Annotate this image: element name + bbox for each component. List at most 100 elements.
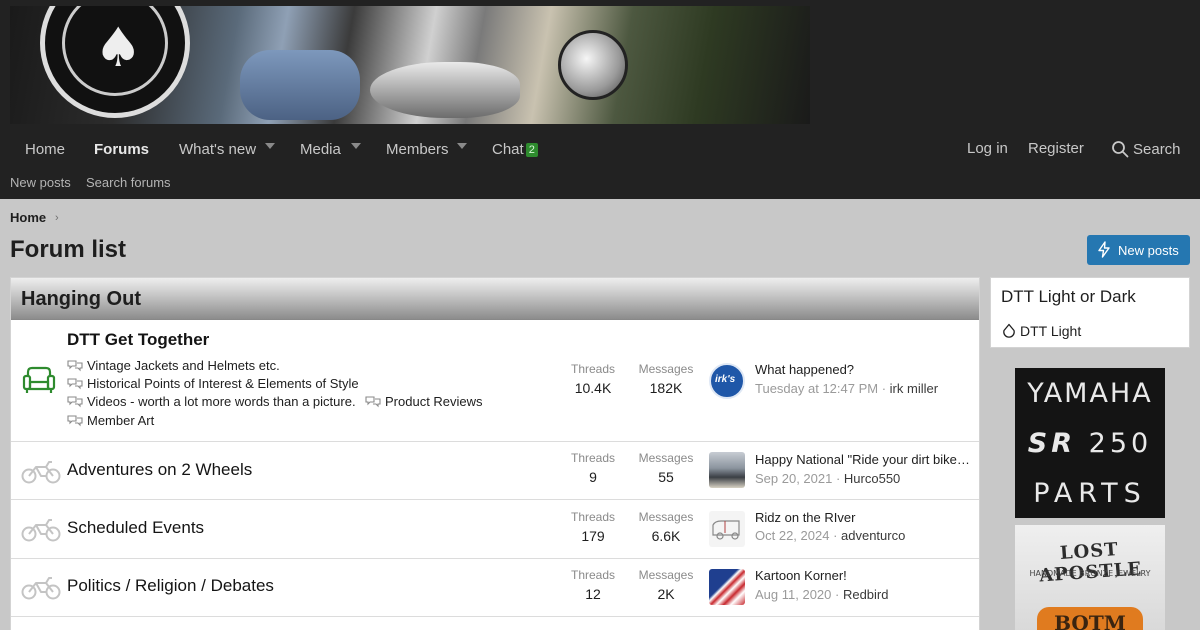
ad-line: YAMAHA — [1027, 378, 1153, 409]
subforum-link[interactable]: Historical Points of Interest & Elements… — [67, 376, 359, 391]
forum-title[interactable]: Politics / Religion / Debates — [67, 576, 274, 596]
nav-chat-label: Chat — [492, 141, 524, 158]
messages-count: 55 — [658, 469, 674, 485]
van-drawing-icon — [712, 520, 740, 540]
banner-headlight — [558, 30, 628, 100]
subforum-link[interactable]: Vintage Jackets and Helmets etc. — [67, 358, 280, 373]
nav-forums[interactable]: Forums — [94, 141, 149, 158]
subforum-link[interactable]: Videos - worth a lot more words than a p… — [67, 394, 356, 409]
last-post-meta: Sep 20, 2021 · Hurco550 — [755, 471, 901, 486]
subnav-search-forums[interactable]: Search forums — [86, 175, 171, 190]
subforum-label: Videos - worth a lot more words than a p… — [87, 394, 356, 409]
avatar[interactable] — [709, 569, 745, 605]
lightning-bolt-icon — [1098, 241, 1110, 258]
chevron-down-icon[interactable] — [265, 143, 275, 149]
nav-media[interactable]: Media — [300, 141, 341, 158]
messages-count: 182K — [649, 380, 683, 396]
main-nav: Home Forums What's new Media Members Cha… — [0, 125, 1200, 173]
last-post-meta: Tuesday at 12:47 PM · irk miller — [755, 381, 939, 396]
threads-count: 179 — [581, 528, 605, 544]
login-link[interactable]: Log in — [967, 140, 1008, 157]
new-posts-button-label: New posts — [1118, 242, 1179, 258]
category-title[interactable]: Hanging Out — [11, 278, 979, 320]
last-post-title[interactable]: What happened? — [755, 362, 971, 377]
motorcycle-icon — [21, 519, 61, 542]
nav-members[interactable]: Members — [386, 141, 449, 158]
register-link[interactable]: Register — [1028, 140, 1084, 157]
forum-node: DTT Get Together Vintage Jackets and Hel… — [11, 320, 979, 442]
style-chooser-title: DTT Light or Dark — [1001, 287, 1136, 306]
banner-rider-jeans — [240, 50, 360, 120]
chevron-down-icon[interactable] — [351, 143, 361, 149]
nav-whats-new[interactable]: What's new — [179, 141, 256, 158]
forum-title[interactable]: Adventures on 2 Wheels — [67, 460, 252, 480]
last-post-date[interactable]: Sep 20, 2021 — [755, 471, 832, 486]
lost-apostle-ad[interactable]: LOST APOSTLE HANDMADE BRONZE JEWELRY BOT… — [1015, 525, 1165, 630]
last-post-date[interactable]: Tuesday at 12:47 PM — [755, 381, 878, 396]
site-logo-banner[interactable]: ♠ — [10, 6, 810, 124]
ad-line: SR 250 — [1015, 428, 1165, 459]
forum-node: Adventures on 2 Wheels Threads 9 Message… — [11, 442, 979, 500]
messages-stat: Messages 182K — [633, 362, 699, 396]
nav-chat[interactable]: Chat 2 — [492, 141, 538, 158]
avatar[interactable]: irk's — [709, 363, 745, 399]
threads-count: 9 — [589, 469, 597, 485]
search-icon[interactable] — [1111, 140, 1129, 158]
site-header: ♠ — [0, 0, 1200, 125]
chevron-down-icon[interactable] — [457, 143, 467, 149]
last-post-date[interactable]: Oct 22, 2024 — [755, 528, 829, 543]
threads-stat: Threads 9 — [563, 451, 623, 485]
subforum-link[interactable]: Member Art — [67, 413, 154, 428]
category-title-text: Hanging Out — [21, 288, 141, 310]
motorcycle-icon — [21, 577, 61, 600]
subforum-label: Product Reviews — [385, 394, 483, 409]
ad-line-model: SR — [1027, 428, 1077, 459]
messages-label: Messages — [638, 568, 694, 582]
threads-stat: Threads 10.4K — [563, 362, 623, 396]
threads-label: Threads — [570, 568, 616, 582]
subforum-label: Vintage Jackets and Helmets etc. — [87, 358, 280, 373]
breadcrumb-home[interactable]: Home — [10, 210, 46, 225]
subforum-label: Member Art — [87, 413, 155, 428]
speech-bubbles-icon — [67, 360, 83, 372]
new-posts-button[interactable]: New posts — [1087, 235, 1190, 265]
messages-label: Messages — [638, 451, 694, 465]
avatar-text: irk's — [715, 374, 736, 385]
threads-label: Threads — [570, 510, 616, 524]
threads-count: 12 — [585, 586, 601, 602]
messages-stat: Messages 55 — [633, 451, 699, 485]
droplet-icon — [1003, 323, 1015, 338]
forum-category-block: Hanging Out DTT Get Together Vintage Jac… — [10, 277, 980, 630]
last-post-user[interactable]: irk miller — [890, 381, 938, 396]
ad-line: PARTS — [1033, 478, 1147, 509]
threads-label: Threads — [570, 451, 616, 465]
messages-stat: Messages 6.6K — [633, 510, 699, 544]
messages-count: 6.6K — [651, 528, 681, 544]
last-post-user[interactable]: adventurco — [841, 528, 905, 543]
last-post-title[interactable]: Happy National "Ride your dirt bike to w… — [755, 452, 971, 467]
subforum-label: Historical Points of Interest & Elements… — [87, 376, 359, 391]
ad-line-number: 250 — [1088, 428, 1153, 459]
subforum-link[interactable]: Product Reviews — [365, 394, 483, 409]
last-post-user[interactable]: Hurco550 — [844, 471, 900, 486]
speech-bubbles-icon — [365, 396, 381, 408]
last-post-title[interactable]: Kartoon Korner! — [755, 568, 971, 583]
nav-home[interactable]: Home — [25, 141, 65, 158]
last-post-user[interactable]: Redbird — [843, 587, 889, 602]
subnav-new-posts[interactable]: New posts — [10, 175, 71, 190]
avatar[interactable] — [709, 511, 745, 547]
style-option-label: DTT Light — [1020, 323, 1082, 339]
messages-stat: Messages 2K — [633, 568, 699, 602]
nav-search[interactable]: Search — [1133, 141, 1181, 158]
avatar[interactable] — [709, 452, 745, 488]
chevron-right-icon: › — [55, 212, 59, 224]
last-post-date[interactable]: Aug 11, 2020 — [755, 587, 831, 602]
style-option-light[interactable]: DTT Light — [1001, 323, 1081, 339]
yamaha-sr250-parts-ad[interactable]: YAMAHA SR 250 PARTS — [1015, 368, 1165, 518]
forum-title[interactable]: Scheduled Events — [67, 518, 204, 538]
last-post-title[interactable]: Ridz on the RIver — [755, 510, 971, 525]
messages-label: Messages — [638, 510, 694, 524]
forum-title[interactable]: DTT Get Together — [67, 330, 209, 350]
chat-count-badge: 2 — [525, 143, 538, 157]
speech-bubbles-icon — [67, 396, 83, 408]
